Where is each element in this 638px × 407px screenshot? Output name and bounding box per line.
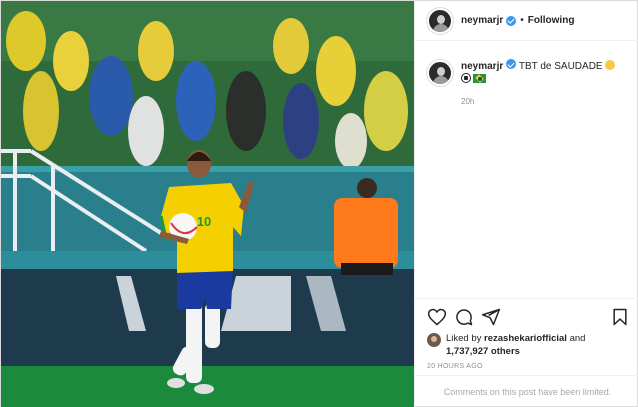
action-icons [427, 307, 630, 329]
post-photo-illustration: 10 [1, 1, 414, 407]
post-modal: 10 neymarjr • Following neymarjr TBT de … [0, 0, 638, 407]
liked-by-user-link[interactable]: rezashekariofficial [484, 333, 567, 344]
liked-by-and: and [569, 333, 586, 344]
comments-limited-notice: Comments on this post have been limited. [415, 375, 638, 407]
share-icon[interactable] [481, 307, 501, 327]
jersey-number: 10 [197, 214, 211, 229]
caption-username-link[interactable]: neymarjr [461, 61, 503, 72]
pleading-face-emoji-icon [604, 60, 615, 70]
likes-text: Liked by rezashekariofficial and 1,737,9… [446, 332, 585, 358]
soccer-ball-emoji-icon [461, 73, 471, 83]
username-link[interactable]: neymarjr [461, 15, 503, 26]
bookmark-icon[interactable] [610, 307, 630, 327]
verified-icon [506, 15, 517, 26]
following-button[interactable]: Following [528, 15, 575, 26]
brazil-flag-emoji-icon [473, 74, 486, 83]
post-side-panel: neymarjr • Following neymarjr TBT de SAU… [414, 1, 638, 407]
liked-by-prefix: Liked by [446, 333, 482, 344]
caption-timestamp[interactable]: 20h [461, 95, 615, 108]
comment-icon[interactable] [454, 307, 474, 327]
caption-text: TBT de SAUDADE [518, 61, 603, 72]
liker-avatar[interactable] [427, 333, 441, 347]
post-header: neymarjr • Following [415, 1, 638, 41]
heart-icon[interactable] [427, 307, 447, 327]
likes-summary: Liked by rezashekariofficial and 1,737,9… [427, 332, 585, 358]
caption-block: neymarjr TBT de SAUDADE 20h [427, 59, 632, 108]
actions-area: Liked by rezashekariofficial and 1,737,9… [415, 298, 638, 370]
post-photo[interactable]: 10 [1, 1, 414, 407]
caption-text-block: neymarjr TBT de SAUDADE 20h [461, 59, 615, 108]
separator-dot: • [520, 15, 524, 26]
caption-avatar[interactable] [427, 60, 453, 86]
post-timestamp[interactable]: 20 HOURS AGO [427, 363, 483, 370]
avatar[interactable] [427, 7, 453, 34]
caption-verified-icon [506, 59, 517, 69]
likes-count-link[interactable]: 1,737,927 others [446, 346, 520, 357]
